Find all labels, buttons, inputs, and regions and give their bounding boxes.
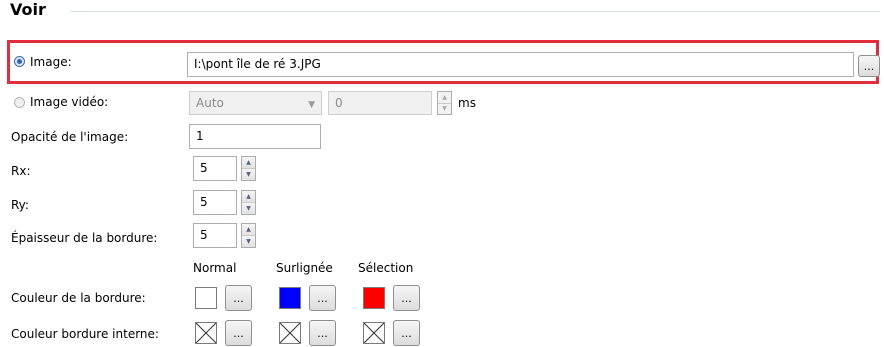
border-color-normal-swatch[interactable]	[195, 287, 217, 309]
inner-border-normal-button[interactable]: ...	[225, 320, 252, 346]
ry-input[interactable]: 5	[193, 190, 237, 215]
inner-border-highlighted-swatch[interactable]	[279, 322, 301, 344]
column-normal: Normal	[193, 261, 237, 275]
column-selection: Sélection	[358, 261, 414, 275]
spin-down-icon[interactable]: ▼	[242, 202, 255, 214]
image-browse-button[interactable]: ...	[858, 55, 880, 77]
no-color-icon	[363, 322, 385, 344]
no-color-icon	[279, 322, 301, 344]
video-unit: ms	[458, 96, 476, 110]
video-mode-value: Auto	[196, 96, 224, 110]
rx-label: Rx:	[11, 164, 31, 178]
rx-input[interactable]: 5	[193, 156, 237, 181]
ry-label: Ry:	[11, 198, 29, 212]
opacity-input[interactable]: 1	[189, 124, 321, 149]
border-width-label: Épaisseur de la bordure:	[11, 231, 158, 245]
border-width-spinner[interactable]: ▲ ▼	[241, 223, 256, 248]
spin-up-icon[interactable]: ▲	[242, 224, 255, 235]
video-number-input[interactable]: 0	[328, 91, 432, 115]
no-color-icon	[195, 322, 217, 344]
border-color-selection-button[interactable]: ...	[393, 285, 420, 311]
spin-up-icon[interactable]: ▲	[242, 157, 255, 168]
section-title: Voir	[10, 0, 46, 19]
border-color-highlighted-swatch[interactable]	[279, 287, 301, 309]
border-color-label: Couleur de la bordure:	[11, 291, 146, 305]
inner-border-label: Couleur bordure interne:	[11, 327, 159, 341]
image-label: Image:	[30, 55, 72, 69]
video-label: Image vidéo:	[30, 95, 109, 109]
inner-border-selection-button[interactable]: ...	[393, 320, 420, 346]
spin-down-icon[interactable]: ▼	[242, 235, 255, 247]
spin-up-icon[interactable]: ▲	[242, 191, 255, 202]
spin-down-icon[interactable]: ▼	[438, 102, 451, 114]
video-mode-select[interactable]: Auto ▼	[189, 91, 322, 115]
inner-border-normal-swatch[interactable]	[195, 322, 217, 344]
chevron-down-icon: ▼	[308, 100, 315, 110]
video-radio[interactable]	[14, 97, 25, 108]
image-path-input[interactable]: I:\pont île de ré 3.JPG	[187, 52, 854, 77]
inner-border-highlighted-button[interactable]: ...	[309, 320, 336, 346]
video-number-spinner[interactable]: ▲ ▼	[437, 91, 452, 115]
ry-spinner[interactable]: ▲ ▼	[241, 190, 256, 215]
spin-up-icon[interactable]: ▲	[438, 92, 451, 103]
border-color-normal-button[interactable]: ...	[225, 285, 252, 311]
column-highlighted: Surlignée	[276, 261, 333, 275]
border-color-highlighted-button[interactable]: ...	[309, 285, 336, 311]
border-color-selection-swatch[interactable]	[363, 287, 385, 309]
image-radio[interactable]	[14, 56, 25, 67]
section-divider	[70, 11, 880, 12]
border-width-input[interactable]: 5	[193, 223, 237, 248]
inner-border-selection-swatch[interactable]	[363, 322, 385, 344]
rx-spinner[interactable]: ▲ ▼	[241, 156, 256, 181]
opacity-label: Opacité de l'image:	[11, 130, 129, 144]
spin-down-icon[interactable]: ▼	[242, 168, 255, 180]
